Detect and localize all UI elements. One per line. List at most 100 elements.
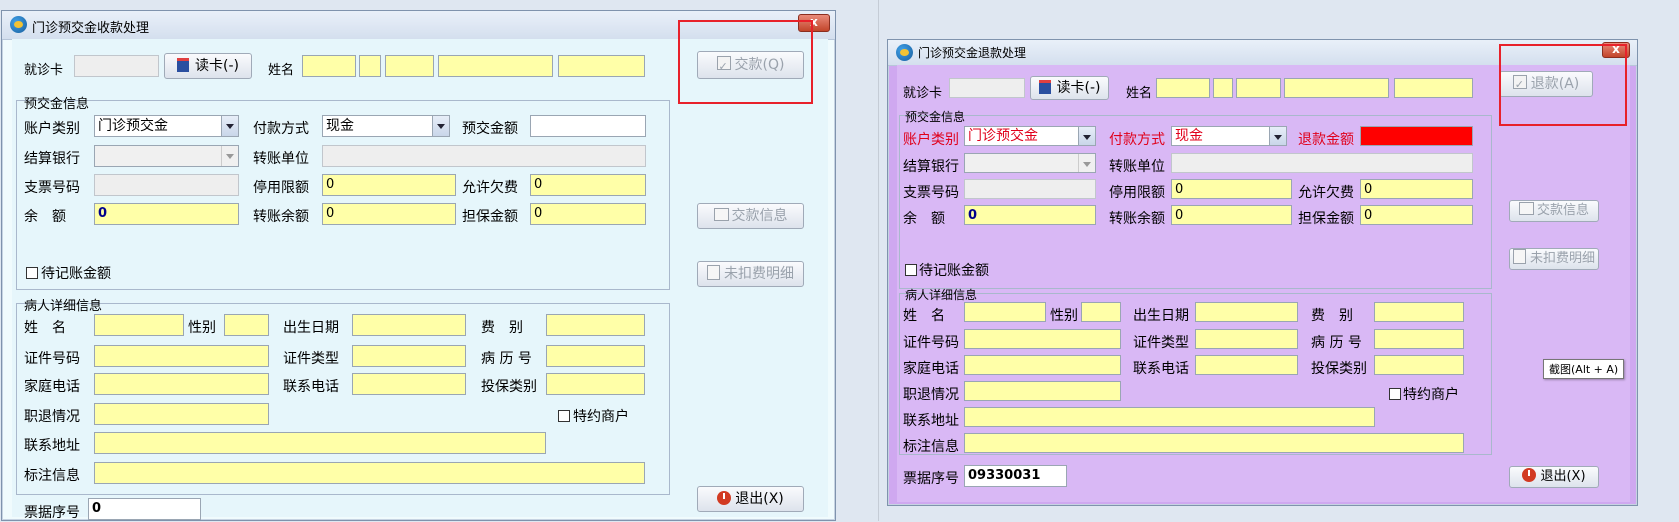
job-input[interactable]	[94, 403, 269, 425]
name-field-2[interactable]	[1213, 78, 1233, 98]
pay-method-select[interactable]: 现金	[1171, 126, 1287, 146]
read-card-button[interactable]: 读卡(-)	[164, 53, 252, 79]
transfer-balance-input[interactable]: 0	[322, 203, 456, 225]
card-input[interactable]	[74, 55, 159, 77]
id-type-label: 证件类型	[283, 351, 339, 367]
record-input[interactable]	[1374, 329, 1464, 349]
name-label: 姓名	[268, 63, 295, 78]
pay-info-button[interactable]: 交款信息	[1509, 200, 1599, 222]
gender-input[interactable]	[1081, 302, 1121, 322]
app-logo-icon	[896, 44, 913, 61]
undeducted-button[interactable]: 未扣费明细	[1509, 248, 1599, 270]
merchant-checkbox[interactable]	[558, 410, 570, 422]
contact-phone-input[interactable]	[352, 373, 466, 395]
allow-owe-input[interactable]: 0	[530, 174, 646, 196]
name-field-5[interactable]	[1394, 78, 1473, 98]
stop-limit-input[interactable]: 0	[322, 174, 456, 196]
patient-name-label: 姓 名	[903, 308, 945, 324]
id-no-label: 证件号码	[24, 351, 80, 367]
id-type-input[interactable]	[1195, 329, 1298, 349]
stop-limit-input[interactable]: 0	[1171, 179, 1292, 199]
check-no-label: 支票号码	[903, 185, 959, 201]
bank-select[interactable]	[964, 153, 1096, 173]
card-label: 就诊卡	[24, 63, 64, 78]
refund-label: 退款金额	[1298, 132, 1354, 148]
exit-button[interactable]: 退出(X)	[1509, 466, 1599, 488]
account-type-label: 账户类别	[24, 121, 80, 137]
name-field-1[interactable]	[1156, 78, 1210, 98]
patient-name-input[interactable]	[94, 314, 184, 336]
receipt-label: 票据序号	[24, 505, 80, 521]
id-type-input[interactable]	[352, 345, 466, 367]
birth-label: 出生日期	[1133, 308, 1189, 324]
guarantee-input[interactable]: 0	[530, 203, 646, 225]
name-field-2[interactable]	[359, 55, 381, 77]
merchant-checkbox[interactable]	[1389, 388, 1401, 400]
fee-input[interactable]	[546, 314, 645, 336]
pay-method-select[interactable]: 现金	[322, 115, 450, 137]
contact-phone-input[interactable]	[1195, 355, 1298, 375]
id-no-input[interactable]	[964, 329, 1121, 349]
gender-input[interactable]	[224, 314, 269, 336]
bank-label: 结算银行	[903, 159, 959, 175]
insurance-input[interactable]	[1374, 355, 1464, 375]
note-input[interactable]	[964, 433, 1464, 453]
read-card-button[interactable]: 读卡(-)	[1030, 76, 1109, 100]
bank-select[interactable]	[94, 145, 239, 167]
home-phone-label: 家庭电话	[903, 361, 959, 377]
allow-owe-input[interactable]: 0	[1360, 179, 1473, 199]
chevron-down-icon	[221, 146, 238, 166]
check-no-input[interactable]	[94, 174, 239, 196]
name-field-1[interactable]	[302, 55, 356, 77]
birth-input[interactable]	[352, 314, 466, 336]
info-card-icon	[713, 208, 729, 221]
gender-label: 性别	[1050, 308, 1078, 324]
transfer-balance-input[interactable]: 0	[1171, 205, 1292, 225]
name-field-4[interactable]	[1284, 78, 1389, 98]
amount-input[interactable]	[530, 115, 646, 137]
transfer-unit-input[interactable]	[322, 145, 646, 167]
check-no-input[interactable]	[964, 179, 1096, 199]
record-input[interactable]	[546, 345, 645, 367]
fee-input[interactable]	[1374, 302, 1464, 322]
balance-input[interactable]: 0	[964, 205, 1096, 225]
prepay-section-title: 预交金信息	[905, 110, 966, 124]
window-title: 门诊预交金收款处理	[32, 21, 150, 36]
pending-checkbox[interactable]	[26, 267, 38, 279]
account-type-select[interactable]: 门诊预交金	[964, 126, 1096, 146]
refund-input[interactable]	[1360, 126, 1473, 146]
fee-label: 费 别	[481, 320, 523, 336]
undeducted-button[interactable]: 未扣费明细	[697, 261, 804, 287]
insurance-input[interactable]	[546, 373, 645, 395]
name-field-3[interactable]	[1236, 78, 1281, 98]
address-input[interactable]	[964, 407, 1375, 427]
name-field-3[interactable]	[385, 55, 434, 77]
receipt-input[interactable]: 0	[88, 498, 201, 520]
address-label: 联系地址	[903, 413, 959, 429]
transfer-unit-input[interactable]	[1171, 153, 1473, 173]
exit-button[interactable]: 退出(X)	[697, 486, 804, 512]
card-input[interactable]	[949, 78, 1025, 98]
home-phone-input[interactable]	[94, 373, 269, 395]
patient-name-input[interactable]	[964, 302, 1046, 322]
job-input[interactable]	[964, 381, 1121, 401]
birth-input[interactable]	[1195, 302, 1298, 322]
insurance-label: 投保类别	[481, 379, 537, 395]
guarantee-input[interactable]: 0	[1360, 205, 1473, 225]
id-no-input[interactable]	[94, 345, 269, 367]
account-type-value: 门诊预交金	[968, 128, 1038, 144]
address-input[interactable]	[94, 432, 546, 454]
home-phone-input[interactable]	[964, 355, 1121, 375]
balance-input[interactable]: 0	[94, 203, 239, 225]
receipt-input[interactable]: 09330031	[964, 465, 1067, 487]
exit-label: 退出(X)	[1540, 469, 1586, 484]
amount-label: 预交金额	[462, 121, 518, 137]
pay-info-button[interactable]: 交款信息	[697, 203, 804, 229]
note-input[interactable]	[94, 462, 645, 484]
pending-checkbox[interactable]	[905, 264, 917, 276]
name-field-4[interactable]	[438, 55, 553, 77]
account-type-select[interactable]: 门诊预交金	[94, 115, 239, 137]
card-label: 就诊卡	[903, 86, 943, 101]
job-label: 职退情况	[24, 409, 80, 425]
name-field-5[interactable]	[558, 55, 645, 77]
